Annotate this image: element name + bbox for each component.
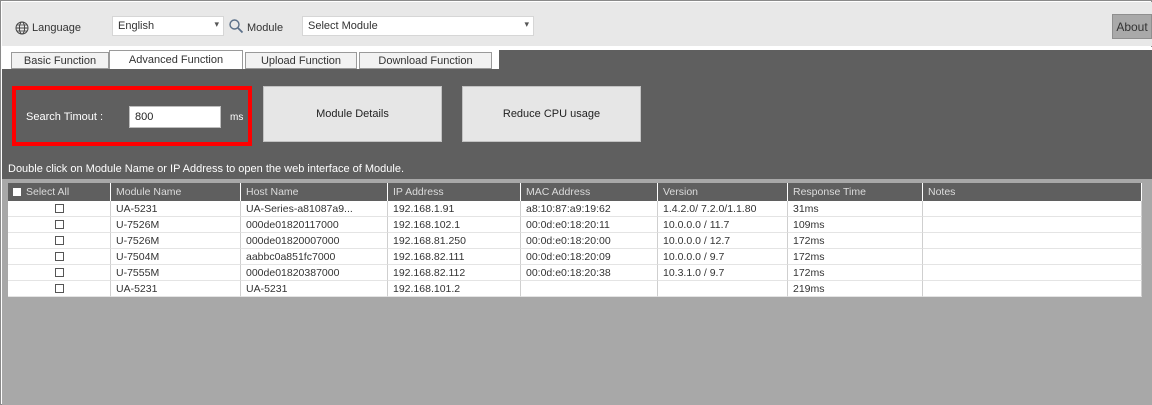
module-name-cell[interactable]: UA-5231 <box>111 281 241 297</box>
response-time-cell: 219ms <box>788 281 923 297</box>
select-all-label: Select All <box>26 186 70 198</box>
version-cell: 10.3.1.0 / 9.7 <box>658 265 788 281</box>
host-name-cell: UA-Series-a81087a9... <box>241 201 388 217</box>
module-select[interactable]: Select Module ▾ <box>302 16 534 36</box>
cell-0 <box>8 281 111 297</box>
row-checkbox[interactable] <box>54 268 64 277</box>
response-time-cell: 31ms <box>788 201 923 217</box>
column-header-version[interactable]: Version <box>658 183 788 201</box>
tab-upload-function[interactable]: Upload Function <box>245 52 357 69</box>
app-window: Language English ▾ Module Select Module … <box>0 0 1152 405</box>
table-row[interactable]: U-7526M 000de01820117000 192.168.102.1 0… <box>8 217 1142 233</box>
host-name-cell: aabbc0a851fc7000 <box>241 249 388 265</box>
top-toolbar: Language English ▾ Module Select Module … <box>2 2 1152 46</box>
module-details-button[interactable]: Module Details <box>263 86 442 142</box>
module-table: Select All Module Name Host Name IP Addr… <box>2 179 1152 405</box>
module-name-cell[interactable]: U-7555M <box>111 265 241 281</box>
tab-basic-function[interactable]: Basic Function <box>11 52 109 69</box>
host-name-cell: 000de01820387000 <box>241 265 388 281</box>
notes-cell <box>923 201 1142 217</box>
response-time-cell: 172ms <box>788 233 923 249</box>
table-row[interactable]: U-7504M aabbc0a851fc7000 192.168.82.111 … <box>8 249 1142 265</box>
notes-cell <box>923 217 1142 233</box>
table-row[interactable]: U-7526M 000de01820007000 192.168.81.250 … <box>8 233 1142 249</box>
advanced-function-panel: Search Timout : ms Module Details Reduce… <box>2 69 1152 157</box>
response-time-cell: 109ms <box>788 217 923 233</box>
column-header-host-name[interactable]: Host Name <box>241 183 388 201</box>
module-name-cell[interactable]: UA-5231 <box>111 201 241 217</box>
search-timeout-label: Search Timout : <box>26 111 104 123</box>
table-row[interactable]: UA-5231 UA-Series-a81087a9... 192.168.1.… <box>8 201 1142 217</box>
ip-address-cell[interactable]: 192.168.82.112 <box>388 265 521 281</box>
row-checkbox[interactable] <box>54 204 64 213</box>
host-name-cell: 000de01820117000 <box>241 217 388 233</box>
tab-advanced-function[interactable]: Advanced Function <box>109 50 243 70</box>
ip-address-cell[interactable]: 192.168.82.111 <box>388 249 521 265</box>
version-cell: 10.0.0.0 / 11.7 <box>658 217 788 233</box>
ip-address-cell[interactable]: 192.168.81.250 <box>388 233 521 249</box>
language-value: English <box>118 20 155 32</box>
cell-0 <box>8 201 111 217</box>
globe-icon <box>15 21 29 35</box>
module-name-cell[interactable]: U-7504M <box>111 249 241 265</box>
row-checkbox[interactable] <box>54 252 64 261</box>
language-label: Language <box>32 22 81 34</box>
cell-0 <box>8 265 111 281</box>
column-header-response-time[interactable]: Response Time <box>788 183 923 201</box>
response-time-cell: 172ms <box>788 249 923 265</box>
mac-address-cell: 00:0d:e0:18:20:38 <box>521 265 658 281</box>
version-cell: 10.0.0.0 / 12.7 <box>658 233 788 249</box>
module-value: Select Module <box>308 20 378 32</box>
mac-address-cell: a8:10:87:a9:19:62 <box>521 201 658 217</box>
about-button[interactable]: About <box>1112 14 1152 39</box>
column-header-module-name[interactable]: Module Name <box>111 183 241 201</box>
version-cell: 1.4.2.0/ 7.2.0/1.1.80 <box>658 201 788 217</box>
chevron-down-icon: ▾ <box>214 19 219 29</box>
version-cell: 10.0.0.0 / 9.7 <box>658 249 788 265</box>
chevron-down-icon: ▾ <box>524 19 529 29</box>
table-row[interactable]: UA-5231 UA-5231 192.168.101.2 219ms <box>8 281 1142 297</box>
column-header-notes[interactable]: Notes <box>923 183 1142 201</box>
mac-address-cell: 00:0d:e0:18:20:11 <box>521 217 658 233</box>
reduce-cpu-button[interactable]: Reduce CPU usage <box>462 86 641 142</box>
ip-address-cell[interactable]: 192.168.102.1 <box>388 217 521 233</box>
search-timeout-highlight: Search Timout : ms <box>12 86 252 146</box>
notes-cell <box>923 281 1142 297</box>
row-checkbox[interactable] <box>54 236 64 245</box>
search-timeout-input[interactable] <box>129 106 221 128</box>
mac-address-cell: 00:0d:e0:18:20:09 <box>521 249 658 265</box>
select-all-header[interactable]: Select All <box>8 183 111 201</box>
tab-bar-fill <box>499 50 1152 69</box>
search-icon <box>229 19 244 34</box>
version-cell <box>658 281 788 297</box>
module-name-cell[interactable]: U-7526M <box>111 233 241 249</box>
language-select[interactable]: English ▾ <box>112 16 224 36</box>
mac-address-cell: 00:0d:e0:18:20:00 <box>521 233 658 249</box>
mac-address-cell <box>521 281 658 297</box>
module-name-cell[interactable]: U-7526M <box>111 217 241 233</box>
cell-0 <box>8 249 111 265</box>
table-row[interactable]: U-7555M 000de01820387000 192.168.82.112 … <box>8 265 1142 281</box>
hint-text: Double click on Module Name or IP Addres… <box>2 157 1152 179</box>
table-header: Select All Module Name Host Name IP Addr… <box>8 183 1142 201</box>
row-checkbox[interactable] <box>54 284 64 293</box>
ip-address-cell[interactable]: 192.168.101.2 <box>388 281 521 297</box>
search-timeout-unit: ms <box>230 112 244 123</box>
host-name-cell: 000de01820007000 <box>241 233 388 249</box>
cell-0 <box>8 217 111 233</box>
module-label: Module <box>247 22 284 34</box>
ip-address-cell[interactable]: 192.168.1.91 <box>388 201 521 217</box>
host-name-cell: UA-5231 <box>241 281 388 297</box>
notes-cell <box>923 249 1142 265</box>
column-header-mac-address[interactable]: MAC Address <box>521 183 658 201</box>
cell-0 <box>8 233 111 249</box>
column-header-ip-address[interactable]: IP Address <box>388 183 521 201</box>
notes-cell <box>923 265 1142 281</box>
notes-cell <box>923 233 1142 249</box>
tab-download-function[interactable]: Download Function <box>359 52 492 69</box>
response-time-cell: 172ms <box>788 265 923 281</box>
row-checkbox[interactable] <box>54 220 64 229</box>
tab-bar: Basic Function Advanced Function Upload … <box>2 47 1152 70</box>
select-all-checkbox[interactable] <box>13 188 21 196</box>
